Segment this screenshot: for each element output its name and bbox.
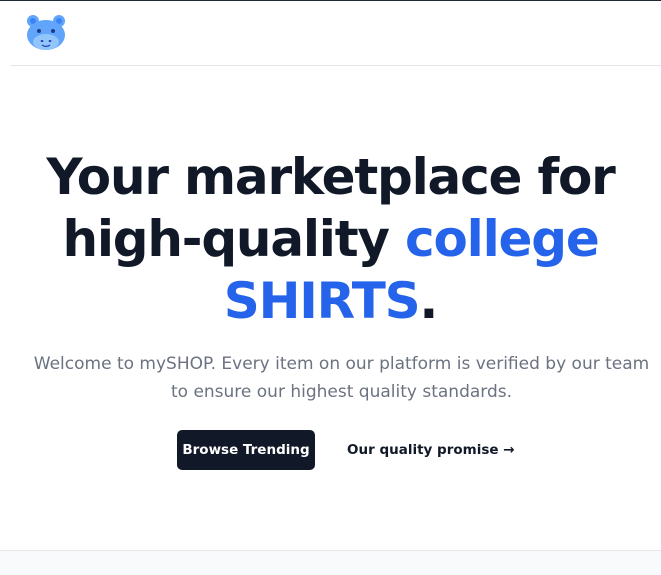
hero-section: Your marketplace for high-quality colleg…: [0, 66, 661, 550]
headline-period: .: [419, 272, 438, 330]
quality-promise-link[interactable]: Our quality promise →: [347, 430, 515, 470]
browse-trending-button[interactable]: Browse Trending: [177, 430, 315, 470]
hero-headline: Your marketplace for high-quality colleg…: [0, 146, 661, 332]
hero-subtitle: Welcome to mySHOP. Every item on our pla…: [33, 354, 650, 402]
next-section-strip: [0, 550, 661, 575]
navbar: [10, 1, 661, 66]
hero-actions: Browse Trending Our quality promise →: [0, 430, 661, 470]
headline-accent-shirts: SHIRTS: [223, 272, 421, 330]
page: Your marketplace for high-quality colleg…: [0, 0, 661, 575]
hippo-logo-icon: [27, 15, 65, 50]
headline-accent-college: college: [405, 210, 600, 268]
home-logo-link[interactable]: [25, 14, 67, 52]
